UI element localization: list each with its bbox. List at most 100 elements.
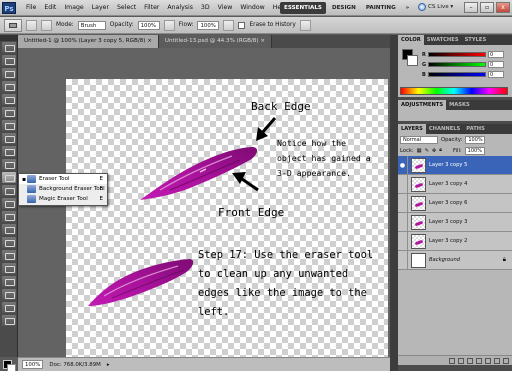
minimize-button[interactable]: –: [464, 2, 478, 13]
clone-stamp-tool-icon[interactable]: [2, 146, 16, 157]
green-slider[interactable]: G 0: [422, 61, 508, 68]
doc-tab-untitled-1[interactable]: Untitled-1 @ 100% (Layer 3 copy 5, RGB/8…: [18, 35, 159, 48]
layer-row[interactable]: Layer 3 copy 4: [398, 174, 512, 194]
3d-orbit-tool-icon[interactable]: [2, 289, 16, 300]
green-track[interactable]: [428, 62, 486, 67]
new-layer-icon[interactable]: [494, 357, 500, 364]
quick-select-tool-icon[interactable]: [2, 81, 16, 92]
visibility-eye-icon[interactable]: [398, 250, 408, 270]
close-button[interactable]: x: [496, 2, 510, 13]
menu-view[interactable]: View: [214, 0, 237, 16]
blur-tool-icon[interactable]: [2, 198, 16, 209]
tab-color[interactable]: COLOR: [398, 35, 424, 45]
lasso-tool-icon[interactable]: [2, 68, 16, 79]
history-brush-tool-icon[interactable]: [2, 159, 16, 170]
tab-swatches[interactable]: SWATCHES: [424, 35, 462, 45]
tab-masks[interactable]: MASKS: [446, 100, 473, 110]
gradient-tool-icon[interactable]: [2, 185, 16, 196]
lock-all-icon[interactable]: 🔒︎: [439, 147, 442, 154]
restore-button[interactable]: ▫: [480, 2, 494, 13]
shape-tool-icon[interactable]: [2, 263, 16, 274]
doc-tab-untitled-13[interactable]: Untitled-13.psd @ 44.3% (RGB/8) ×: [158, 35, 273, 48]
move-tool-icon[interactable]: [2, 42, 16, 53]
menu-3d[interactable]: 3D: [197, 0, 214, 16]
layer-row[interactable]: Layer 3 copy 3: [398, 212, 512, 232]
lock-pixels-icon[interactable]: ✎: [424, 148, 428, 154]
add-mask-icon[interactable]: [467, 357, 473, 364]
menu-layer[interactable]: Layer: [88, 0, 113, 16]
color-background-swatch[interactable]: [407, 55, 418, 66]
tool-preset-picker[interactable]: [4, 18, 22, 32]
flow-input[interactable]: 100%: [197, 20, 220, 30]
hand-tool-icon[interactable]: [2, 302, 16, 313]
menu-image[interactable]: Image: [60, 0, 87, 16]
brush-preset-icon[interactable]: [26, 19, 37, 31]
brush-tool-icon[interactable]: [2, 133, 16, 144]
marquee-tool-icon[interactable]: [2, 55, 16, 66]
blue-value[interactable]: 0: [488, 71, 504, 78]
pressure-size-icon[interactable]: [299, 19, 311, 31]
menu-file[interactable]: File: [22, 0, 40, 16]
pressure-opacity-icon[interactable]: [163, 19, 175, 31]
status-menu-arrow-icon[interactable]: ▸: [107, 362, 110, 368]
menu-filter[interactable]: Filter: [140, 0, 163, 16]
tab-layers[interactable]: LAYERS: [398, 124, 426, 134]
cs-live-button[interactable]: CS Live ▾: [418, 3, 453, 11]
blue-track[interactable]: [428, 72, 486, 77]
opacity-input[interactable]: 100%: [137, 20, 160, 30]
workspace-essentials[interactable]: ESSENTIALS: [280, 2, 326, 14]
flyout-background-eraser-tool[interactable]: Background Eraser Tool E: [19, 184, 107, 194]
erase-history-checkbox[interactable]: [238, 21, 246, 29]
flyout-eraser-tool[interactable]: ▪ Eraser Tool E: [19, 174, 107, 184]
lock-transparency-icon[interactable]: ▦: [417, 148, 422, 154]
path-selection-tool-icon[interactable]: [2, 250, 16, 261]
eyedropper-tool-icon[interactable]: [2, 107, 16, 118]
layer-row[interactable]: Background 🔒︎: [398, 250, 512, 270]
layer-style-icon[interactable]: [458, 357, 464, 364]
zoom-level[interactable]: 100%: [22, 360, 44, 369]
layer-opacity-input[interactable]: 100%: [465, 135, 486, 144]
color-spectrum[interactable]: [400, 87, 508, 95]
tab-styles[interactable]: STYLES: [462, 35, 490, 45]
red-slider[interactable]: R 0: [422, 51, 508, 58]
workspace-more[interactable]: »: [402, 2, 414, 14]
red-value[interactable]: 0: [488, 51, 504, 58]
layer-row[interactable]: Layer 3 copy 6: [398, 193, 512, 213]
menu-window[interactable]: Window: [236, 0, 268, 16]
visibility-eye-icon[interactable]: [398, 193, 408, 213]
zoom-tool-icon[interactable]: [2, 315, 16, 326]
blue-slider[interactable]: B 0: [422, 71, 508, 78]
lock-position-icon[interactable]: ✥: [432, 148, 436, 154]
3d-rotate-tool-icon[interactable]: [2, 276, 16, 287]
workspace-design[interactable]: DESIGN: [328, 2, 360, 14]
blend-mode-select[interactable]: Normal: [400, 135, 438, 144]
background-color-swatch[interactable]: [7, 364, 16, 371]
new-group-icon[interactable]: [485, 357, 491, 364]
adjustment-layer-icon[interactable]: [476, 357, 482, 364]
visibility-eye-icon[interactable]: [398, 212, 408, 232]
menu-edit[interactable]: Edit: [40, 0, 60, 16]
delete-layer-icon[interactable]: [503, 357, 509, 364]
visibility-eye-icon[interactable]: ●: [398, 155, 408, 175]
airbrush-icon[interactable]: [223, 19, 235, 31]
type-tool-icon[interactable]: [2, 237, 16, 248]
layer-row[interactable]: Layer 3 copy 2: [398, 231, 512, 251]
visibility-eye-icon[interactable]: [398, 231, 408, 251]
red-track[interactable]: [428, 52, 486, 57]
green-value[interactable]: 0: [488, 61, 504, 68]
fill-input[interactable]: 100%: [464, 146, 485, 155]
workspace-painting[interactable]: PAINTING: [362, 2, 400, 14]
dodge-tool-icon[interactable]: [2, 211, 16, 222]
visibility-eye-icon[interactable]: [398, 174, 408, 194]
tab-paths[interactable]: PATHS: [463, 124, 488, 134]
link-layers-icon[interactable]: [449, 357, 455, 364]
tab-channels[interactable]: CHANNELS: [426, 124, 463, 134]
flyout-magic-eraser-tool[interactable]: Magic Eraser Tool E: [19, 194, 107, 204]
brush-panel-icon[interactable]: [41, 19, 52, 31]
pen-tool-icon[interactable]: [2, 224, 16, 235]
healing-brush-tool-icon[interactable]: [2, 120, 16, 131]
crop-tool-icon[interactable]: [2, 94, 16, 105]
mode-select[interactable]: Brush: [77, 20, 106, 30]
tab-adjustments[interactable]: ADJUSTMENTS: [398, 100, 447, 110]
layer-row[interactable]: ● Layer 3 copy 5: [398, 155, 512, 175]
